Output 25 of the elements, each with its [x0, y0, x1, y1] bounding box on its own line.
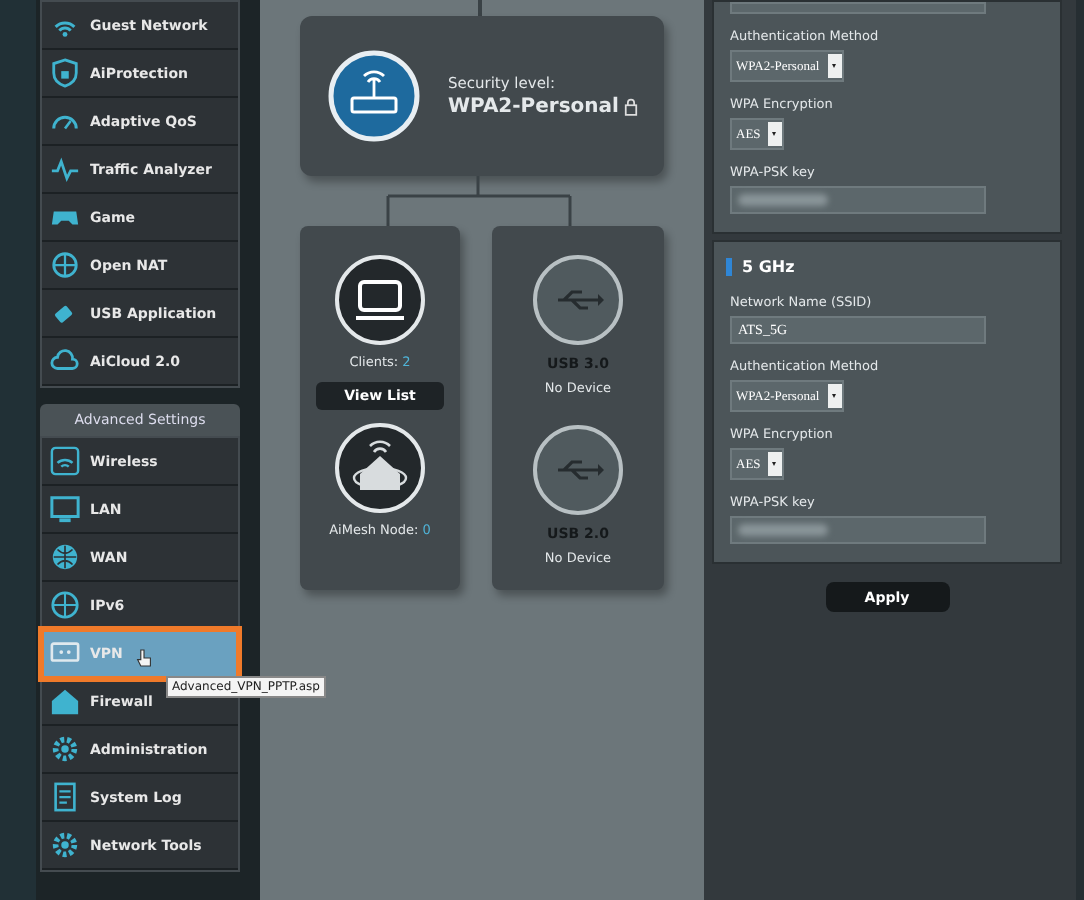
house-icon: [50, 686, 80, 716]
pulse-icon: [50, 154, 80, 184]
input-field[interactable]: [730, 2, 986, 14]
globe-icon: [50, 250, 80, 280]
router-icon[interactable]: [328, 50, 420, 142]
gear-icon: [50, 734, 80, 764]
band-title: 5 GHz: [726, 258, 1044, 276]
lock-icon: [624, 98, 639, 116]
cloud-icon: [50, 346, 80, 376]
document-icon: [50, 782, 80, 812]
shield-icon: [50, 58, 80, 88]
usb-icon[interactable]: [532, 254, 624, 346]
mesh-node-icon[interactable]: [334, 422, 426, 514]
monitor-icon: [50, 494, 80, 524]
gear-icon: [50, 830, 80, 860]
monitor-icon[interactable]: [334, 254, 426, 346]
globe-icon: [50, 590, 80, 620]
hand-cursor-icon: [136, 648, 152, 668]
usb-icon[interactable]: [532, 424, 624, 516]
wifi-icon: [50, 446, 80, 476]
password-field[interactable]: [730, 516, 986, 544]
monitor-icon: [50, 638, 80, 668]
password-field[interactable]: [730, 186, 986, 214]
globe-icon: [50, 542, 80, 572]
security-value: WPA2-Personal: [448, 96, 619, 118]
